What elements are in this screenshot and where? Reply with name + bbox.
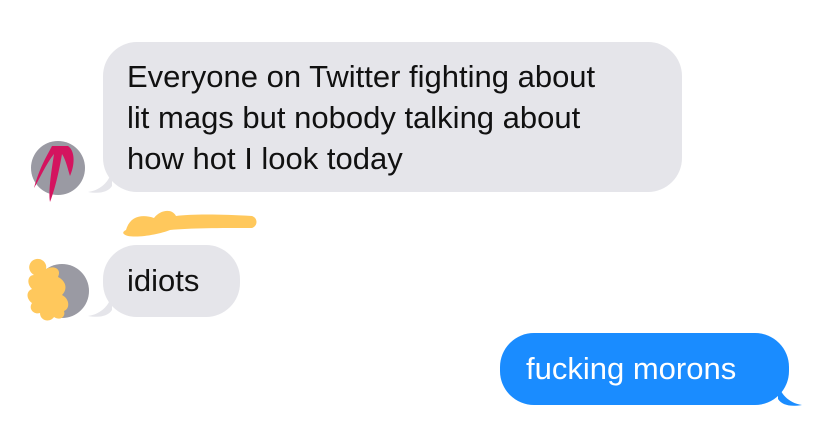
- bubble-tail: [88, 170, 112, 193]
- bubble-tail: [778, 383, 802, 406]
- avatar-redacted-yellow-icon: [27, 258, 89, 321]
- message-bubble-outgoing[interactable]: fucking morons: [500, 333, 789, 405]
- redaction-scribble: [123, 210, 257, 237]
- avatar-1[interactable]: [30, 140, 86, 202]
- message-text: fucking morons: [526, 351, 737, 386]
- message-bubble-incoming[interactable]: Everyone on Twitter fighting about lit m…: [103, 42, 682, 192]
- avatar-redacted-pink-icon: [31, 141, 85, 202]
- avatar-2[interactable]: [22, 255, 89, 321]
- bubble-tail: [88, 294, 112, 317]
- message-text: Everyone on Twitter fighting about lit m…: [127, 59, 596, 176]
- message-text: idiots: [127, 263, 200, 298]
- message-bubble-incoming[interactable]: idiots: [103, 245, 240, 317]
